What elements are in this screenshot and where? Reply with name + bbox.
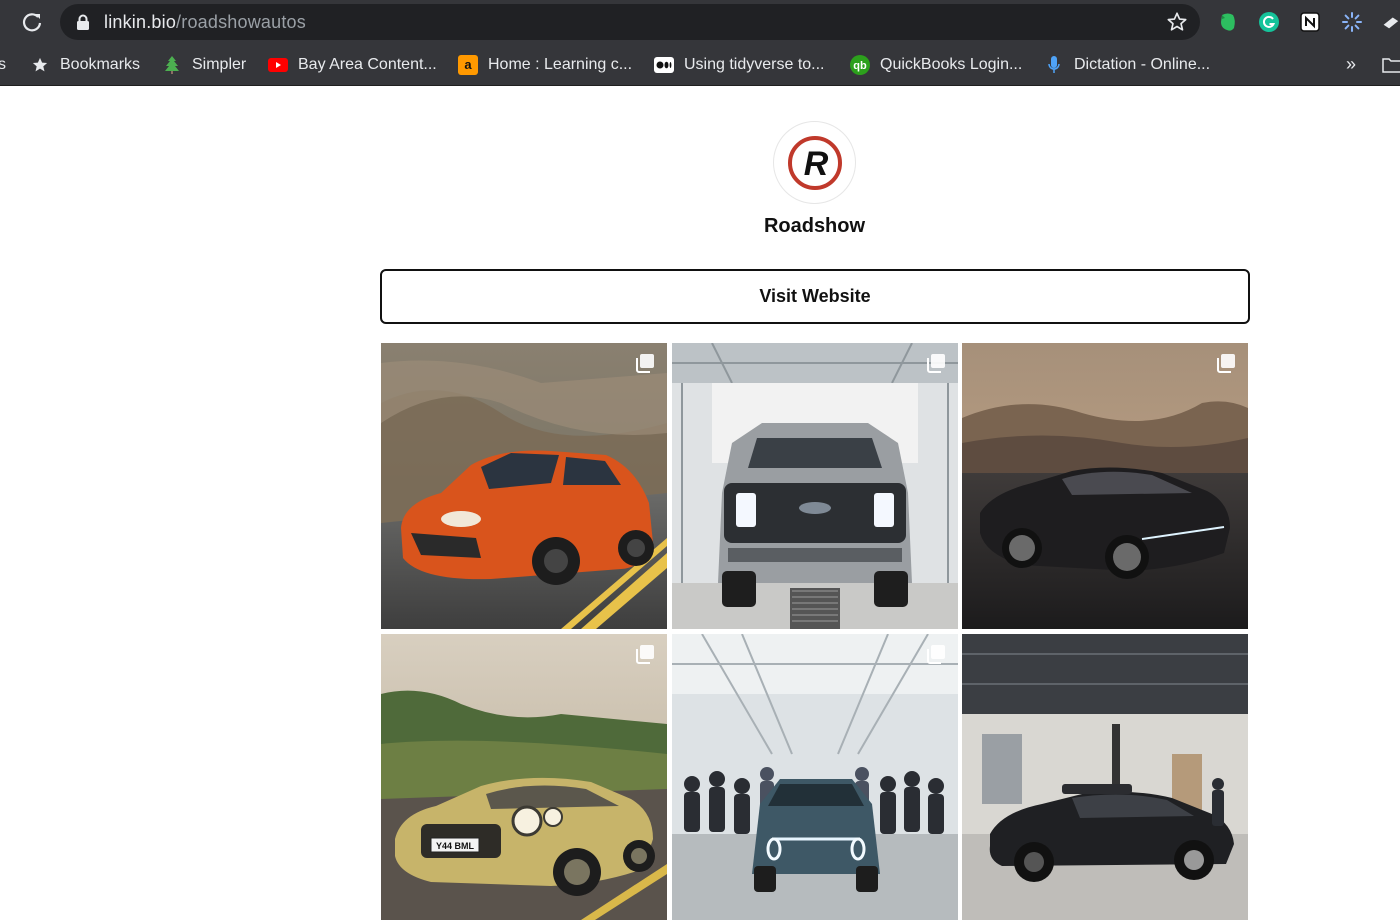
grammarly-extension-icon[interactable] — [1257, 10, 1281, 34]
bookmark-truncated[interactable]: s — [0, 43, 6, 86]
black-sedan-desert-image — [962, 343, 1248, 629]
bookmark-label: Using tidyverse to... — [684, 55, 825, 73]
bookmark-label: QuickBooks Login... — [880, 55, 1023, 73]
leaf-icon — [162, 55, 182, 75]
evernote-extension-icon[interactable] — [1216, 10, 1240, 34]
electric-pickup-image — [672, 343, 958, 629]
bookmark-label: Bay Area Content... — [298, 55, 437, 73]
bookmark-quickbooks-login[interactable]: qb QuickBooks Login... — [850, 43, 1022, 86]
bookmark-dictation-online[interactable]: Dictation - Online... — [1044, 43, 1210, 86]
bookmark-label: Home : Learning c... — [488, 55, 633, 73]
multi-image-icon — [927, 354, 945, 373]
roadshow-logo: R — [787, 135, 842, 190]
multi-image-icon — [636, 645, 654, 664]
url-host: linkin.bio — [104, 12, 177, 32]
factory-workers-suv-post[interactable] — [672, 634, 958, 920]
orange-porsche-suv-image — [381, 343, 667, 629]
factory-workers-suv-image — [672, 634, 958, 920]
bookmark-label: s — [0, 55, 6, 73]
multi-image-icon — [1217, 354, 1235, 373]
bookmark-label: Simpler — [192, 55, 247, 73]
profile-avatar[interactable]: R — [773, 121, 856, 204]
svg-text:qb: qb — [853, 60, 867, 72]
bookmarks-bar: s Bookmarks Simpler Bay Area Content... … — [0, 43, 1400, 86]
electric-pickup-factory-post[interactable] — [672, 343, 958, 629]
multi-image-icon — [636, 354, 654, 373]
bookmarks-overflow-button[interactable]: » — [1346, 43, 1356, 86]
loading-spinner-icon[interactable] — [1340, 10, 1364, 34]
svg-text:a: a — [464, 57, 472, 72]
lock-icon — [76, 14, 90, 35]
notion-extension-icon[interactable] — [1298, 10, 1322, 34]
url-text: linkin.bio/roadshowautos — [104, 12, 306, 33]
profile-name: Roadshow — [763, 215, 866, 237]
bookmark-home-learning[interactable]: a Home : Learning c... — [458, 43, 632, 86]
overflow-chevron-icon: » — [1346, 54, 1357, 74]
gold-bentley-coupe-post[interactable]: Y44 BML — [381, 634, 667, 920]
prototype-sedan-workshop-post[interactable] — [962, 634, 1248, 920]
bookmark-star-icon[interactable] — [1166, 11, 1188, 38]
bookmark-label: Bookmarks — [60, 55, 141, 73]
bookmark-bay-area-content[interactable]: Bay Area Content... — [268, 43, 437, 86]
svg-text:R: R — [803, 145, 828, 183]
medium-icon — [654, 55, 674, 75]
bookmark-label: Dictation - Online... — [1074, 55, 1211, 73]
gold-bentley-coupe-image: Y44 BML — [381, 634, 667, 920]
page-content: R Roadshow Visit Website Y44 BML — [0, 87, 1400, 924]
browser-toolbar: linkin.bio/roadshowautos — [0, 0, 1400, 43]
microphone-icon — [1044, 55, 1064, 75]
url-path: /roadshowautos — [176, 12, 306, 32]
amazon-icon: a — [458, 54, 478, 75]
prototype-sedan-image — [962, 634, 1248, 920]
reload-icon[interactable] — [18, 8, 46, 36]
license-plate-text: Y44 BML — [436, 841, 475, 851]
bookmark-using-tidyverse[interactable]: Using tidyverse to... — [654, 43, 825, 86]
youtube-icon — [268, 55, 288, 75]
multi-image-icon — [927, 645, 945, 664]
bookmark-simpler[interactable]: Simpler — [162, 43, 246, 86]
visit-website-button[interactable]: Visit Website — [380, 269, 1250, 324]
quickbooks-icon: qb — [850, 54, 870, 75]
bookmark-folder-bookmarks[interactable]: Bookmarks — [30, 43, 140, 86]
star-icon — [30, 55, 50, 75]
extension-overflow-icon[interactable] — [1380, 10, 1400, 34]
address-bar[interactable]: linkin.bio/roadshowautos — [60, 4, 1200, 40]
black-sedan-desert-post[interactable] — [962, 343, 1248, 629]
orange-porsche-suv-post[interactable] — [381, 343, 667, 629]
other-bookmarks-folder-icon[interactable] — [1382, 43, 1400, 86]
